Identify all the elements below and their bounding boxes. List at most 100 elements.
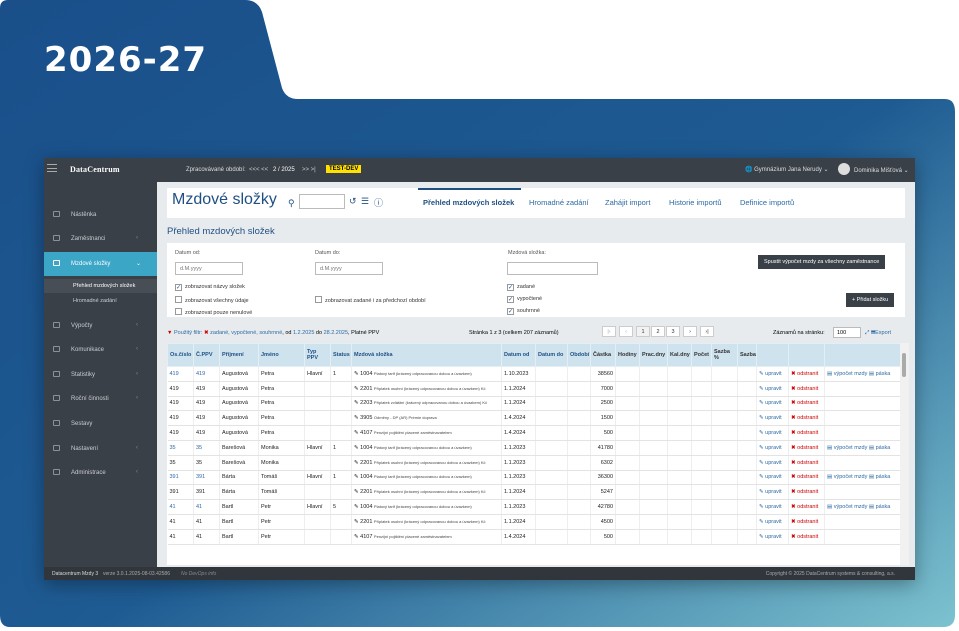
edit-button[interactable]: ✎ upravit [756, 396, 789, 412]
sidebar-item-vypocty[interactable]: Výpočty ‹ [44, 319, 157, 333]
column-header[interactable]: Jméno [258, 343, 305, 367]
table-row[interactable]: 419 419 Augustová Petra ✎ 2203 Příplatek zvl… [167, 396, 901, 412]
tab-hromadne[interactable]: Hromadné zadání [529, 198, 589, 207]
last-page-button[interactable]: ›| [700, 326, 714, 337]
search-input[interactable] [299, 194, 345, 209]
table-row[interactable]: 391 391 Bárta Tomáš ✎ 2201 Příplatek osobní … [167, 484, 901, 501]
delete-button[interactable]: ✖ odstranit [788, 410, 825, 427]
edit-button[interactable]: ✎ upravit [756, 514, 789, 530]
calc-all-button[interactable]: Spustit výpočet mzdy za všechny zaměstna… [758, 255, 886, 269]
avatar[interactable] [838, 163, 850, 175]
sidebar-item-sestavy[interactable]: Sestavy [44, 417, 157, 431]
delete-button[interactable]: ✖ odstranit [788, 499, 825, 515]
column-header[interactable]: Datum od [501, 343, 536, 367]
user-menu[interactable]: Dominika Mišťová ⌄ [854, 167, 909, 174]
employee-number[interactable]: 391 [167, 470, 194, 486]
edit-button[interactable]: ✎ upravit [756, 425, 789, 441]
checkbox-summary[interactable]: ✓ souhrnné [507, 308, 540, 315]
tab-historie[interactable]: Historie importů [669, 198, 722, 207]
search-icon[interactable]: ⚲ [288, 198, 295, 209]
pay-slip-button[interactable]: páska [876, 474, 891, 480]
ppv-number[interactable]: 41 [193, 499, 220, 515]
column-header[interactable]: Datum do [535, 343, 568, 367]
table-row[interactable]: 419 419 Augustová Petra Hlavní 1 ✎ 1004 Platov… [167, 366, 901, 382]
per-page-input[interactable]: 100 [833, 327, 861, 338]
delete-button[interactable]: ✖ odstranit [788, 470, 825, 486]
sidebar-item-nastaveni[interactable]: Nastavení ‹ [44, 442, 157, 456]
checkbox-nonzero[interactable]: zobrazovat pouze nenulové [175, 308, 252, 316]
component-cell[interactable]: ✎ 4107 Penzijní pojištění placené zaměst… [351, 425, 502, 441]
page-1-button[interactable]: 1 [636, 326, 650, 337]
delete-button[interactable]: ✖ odstranit [788, 440, 825, 456]
table-row[interactable]: 35 35 Barešová Monika ✎ 2201 Příplatek osobn… [167, 455, 901, 471]
menu-icon[interactable] [47, 164, 57, 175]
column-header[interactable]: Sazba % [711, 343, 738, 367]
table-row[interactable]: 391 391 Bárta Tomáš Hlavní 1 ✎ 1004 Platový ta… [167, 470, 901, 486]
edit-button[interactable]: ✎ upravit [756, 499, 789, 515]
component-cell[interactable]: ✎ 1004 Platový tarif (krácený odpracovan… [351, 499, 502, 515]
sidebar-item-nastenka[interactable]: Nástěnka [44, 208, 157, 222]
component-input[interactable] [507, 262, 598, 275]
add-component-button[interactable]: + Přidat složku [846, 293, 895, 307]
component-cell[interactable]: ✎ 2201 Příplatek osobní (krácený odpraco… [351, 455, 502, 471]
date-from-input[interactable] [175, 262, 243, 275]
ppv-number[interactable]: 419 [193, 366, 220, 382]
edit-button[interactable]: ✎ upravit [756, 529, 789, 545]
date-to-input[interactable] [315, 262, 383, 275]
checkbox-previous[interactable]: zobrazovat zadané i za předchozí období [315, 296, 426, 304]
delete-button[interactable]: ✖ odstranit [788, 366, 825, 382]
checkbox-show-all[interactable]: zobrazovat všechny údaje [175, 296, 249, 304]
sidebar-item-komunikace[interactable]: Komunikace ‹ [44, 343, 157, 357]
edit-button[interactable]: ✎ upravit [756, 455, 789, 471]
column-header[interactable]: Č.PPV [193, 343, 220, 367]
checkbox-computed[interactable]: ✓ vypočtené [507, 296, 542, 303]
scrollbar-thumb[interactable] [902, 353, 906, 377]
sidebar-item-zamestnanci[interactable]: Zaměstnanci ‹ [44, 232, 157, 246]
table-row[interactable]: 419 419 Augustová Petra ✎ 4107 Penzijní poji… [167, 425, 901, 441]
column-header[interactable]: Status [330, 343, 352, 367]
delete-button[interactable]: ✖ odstranit [788, 396, 825, 412]
school-selector[interactable]: 🌐 Gymnázium Jana Nerudy ⌄ [745, 166, 829, 173]
table-row[interactable]: 41 41 Bartl Petr ✎ 2201 Příplatek osobní (kr… [167, 514, 901, 530]
calc-payroll-button[interactable]: výpočet mzdy [834, 474, 868, 480]
edit-button[interactable]: ✎ upravit [756, 440, 789, 456]
component-cell[interactable]: ✎ 3905 Odměny - DP (AR) Prémie doprava [351, 410, 502, 427]
tab-import[interactable]: Zahájit import [605, 198, 650, 207]
component-cell[interactable]: ✎ 4107 Penzijní pojištění placené zaměst… [351, 529, 502, 545]
calc-payroll-button[interactable]: výpočet mzdy [834, 445, 868, 451]
column-header[interactable]: Kal.dny [667, 343, 692, 367]
scrollbar[interactable] [900, 343, 909, 565]
column-header[interactable]: Mzdová složka [351, 343, 502, 367]
column-header[interactable]: Typ PPV [304, 343, 331, 367]
edit-button[interactable]: ✎ upravit [756, 484, 789, 501]
ppv-number[interactable]: 391 [193, 470, 220, 486]
table-row[interactable]: 419 419 Augustová Petra ✎ 3905 Odměny - DP (… [167, 410, 901, 427]
prev-page-button[interactable]: ‹ [619, 326, 633, 337]
column-header[interactable]: Částka [590, 343, 616, 367]
column-header[interactable]: Os.číslo [167, 343, 194, 367]
employee-number[interactable]: 41 [167, 499, 194, 515]
delete-button[interactable]: ✖ odstranit [788, 514, 825, 530]
column-header[interactable]: Hodiny [615, 343, 640, 367]
edit-button[interactable]: ✎ upravit [756, 381, 789, 397]
component-cell[interactable]: ✎ 2201 Příplatek osobní (krácený odpraco… [351, 484, 502, 501]
table-row[interactable]: 41 41 Bartl Petr Hlavní 5 ✎ 1004 Platový tarif… [167, 499, 901, 515]
component-cell[interactable]: ✎ 2201 Příplatek osobní (krácený odpraco… [351, 514, 502, 530]
checkbox-show-names[interactable]: ✓ zobrazovat názvy složek [175, 284, 245, 291]
edit-button[interactable]: ✎ upravit [756, 470, 789, 486]
ppv-number[interactable]: 35 [193, 440, 220, 456]
delete-button[interactable]: ✖ odstranit [788, 529, 825, 545]
component-cell[interactable]: ✎ 1004 Platový tarif (krácený odpracovan… [351, 366, 502, 382]
component-cell[interactable]: ✎ 2201 Příplatek osobní (krácený odpraco… [351, 381, 502, 397]
period-next-button[interactable]: >> >| [302, 167, 316, 173]
sidebar-item-mzdove-slozky[interactable]: Mzdové složky ⌄ [44, 252, 157, 276]
column-header[interactable]: Období [567, 343, 591, 367]
delete-button[interactable]: ✖ odstranit [788, 425, 825, 441]
help-icon[interactable]: ⓘ [374, 196, 383, 209]
column-header[interactable]: Sazba [737, 343, 757, 367]
list-icon[interactable]: ☰ [361, 196, 369, 207]
calc-payroll-button[interactable]: výpočet mzdy [834, 371, 868, 377]
component-cell[interactable]: ✎ 1004 Platový tarif (krácený odpracovan… [351, 440, 502, 456]
pay-slip-button[interactable]: páska [876, 371, 891, 377]
edit-button[interactable]: ✎ upravit [756, 410, 789, 427]
